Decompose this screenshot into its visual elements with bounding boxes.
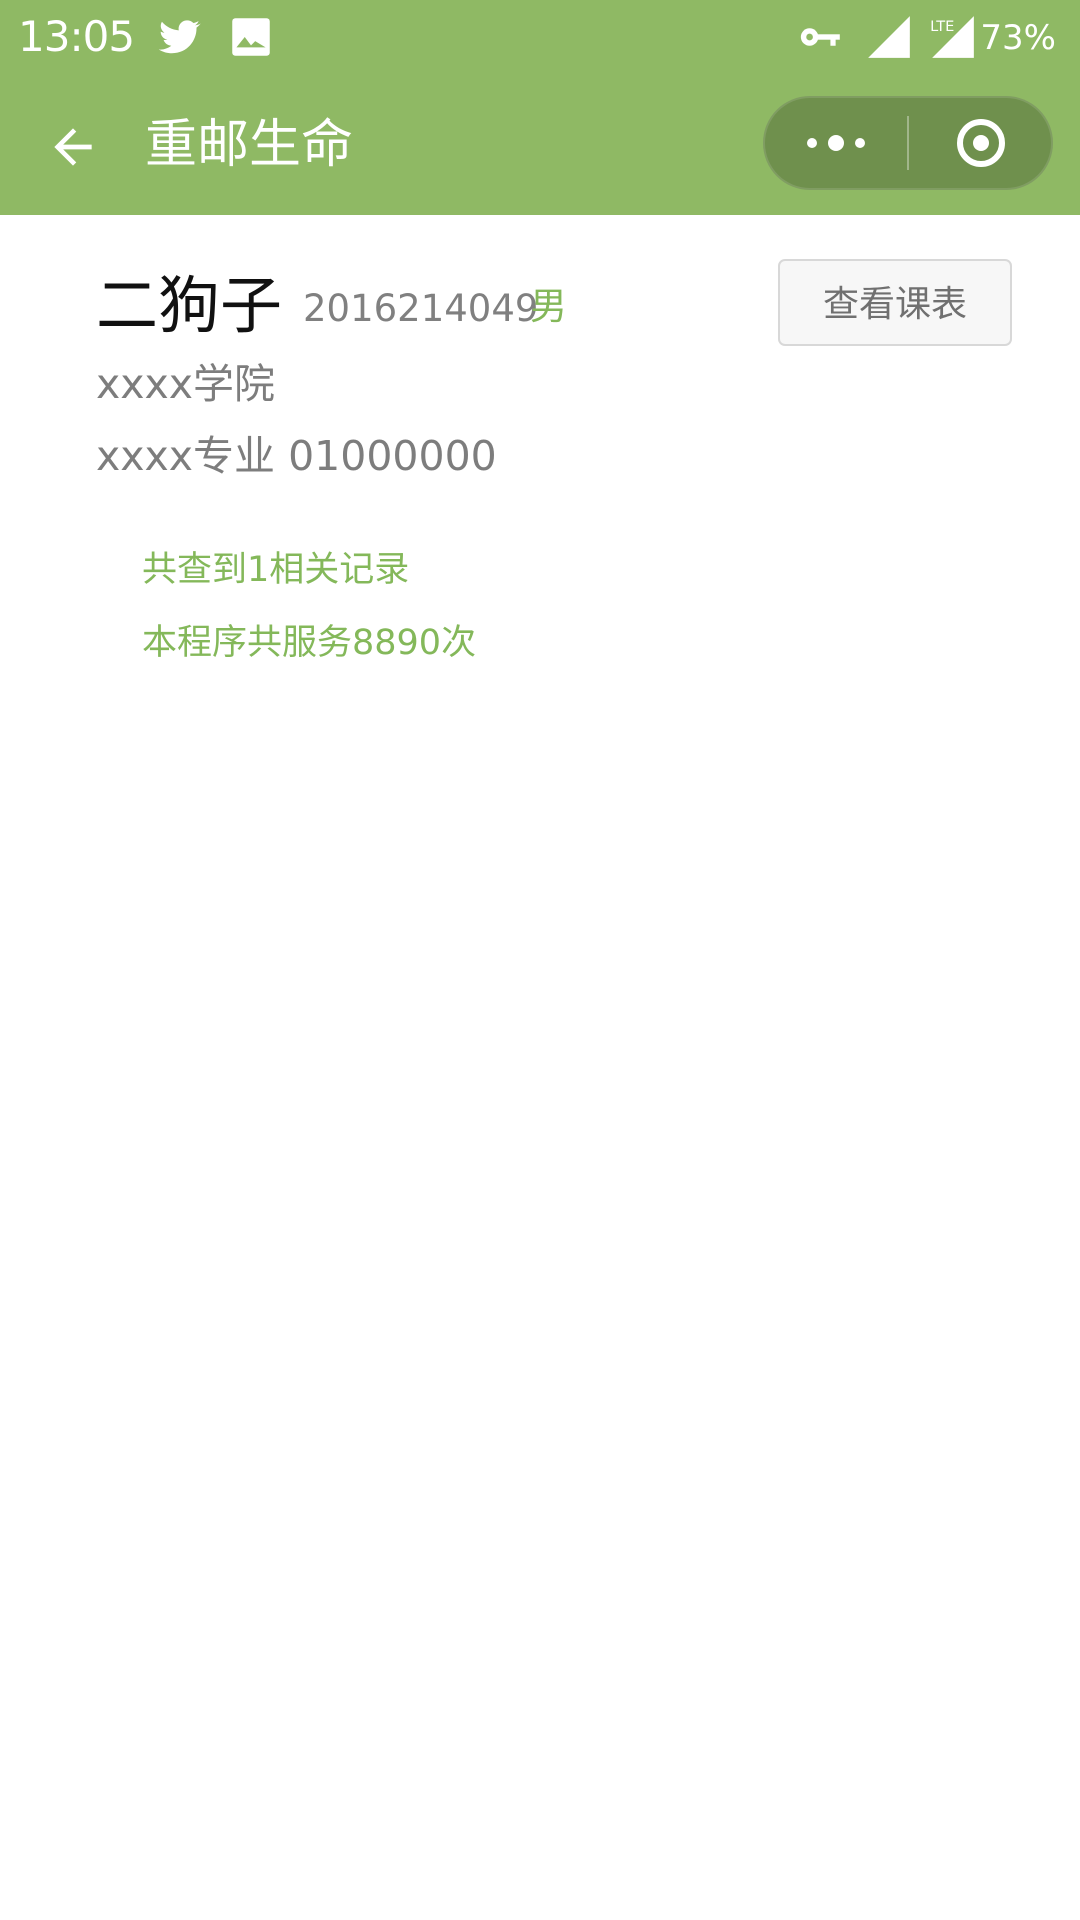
- mini-program-capsule: [763, 96, 1053, 190]
- back-button[interactable]: [30, 104, 116, 190]
- image-icon: [232, 18, 270, 56]
- target-circle-icon: [957, 119, 1005, 167]
- navigation-bar: 重邮生命: [0, 74, 1080, 215]
- main-content: 二狗子 2016214049 男 查看课表 xxxx学院 xxxx专业 0100…: [0, 215, 1080, 1920]
- service-count: 本程序共服务8890次: [142, 623, 477, 663]
- battery-level: 73%: [980, 18, 1056, 58]
- twitter-icon: [158, 20, 201, 54]
- svg-text:LTE: LTE: [930, 18, 954, 35]
- view-timetable-button[interactable]: 查看课表: [778, 259, 1012, 346]
- more-icon: [806, 135, 865, 151]
- college-name: xxxx学院: [96, 360, 276, 408]
- student-id: 2016214049: [303, 287, 539, 330]
- major-class: xxxx专业 01000000: [96, 432, 497, 480]
- more-button[interactable]: [763, 96, 908, 190]
- close-button[interactable]: [909, 96, 1053, 190]
- records-count: 共查到1相关记录: [142, 550, 410, 590]
- status-time: 13:05: [18, 12, 135, 61]
- key-icon: [800, 28, 840, 46]
- student-name: 二狗子: [96, 269, 283, 342]
- page-title: 重邮生命: [145, 115, 354, 175]
- signal-icon: [868, 16, 910, 58]
- arrow-left-icon: [54, 128, 92, 166]
- app-header: 13:05 LTE 73% 重邮生命: [0, 0, 1080, 215]
- lte-icon: LTE: [930, 16, 974, 58]
- status-bar: 13:05 LTE 73%: [0, 0, 1080, 74]
- student-gender: 男: [530, 285, 567, 328]
